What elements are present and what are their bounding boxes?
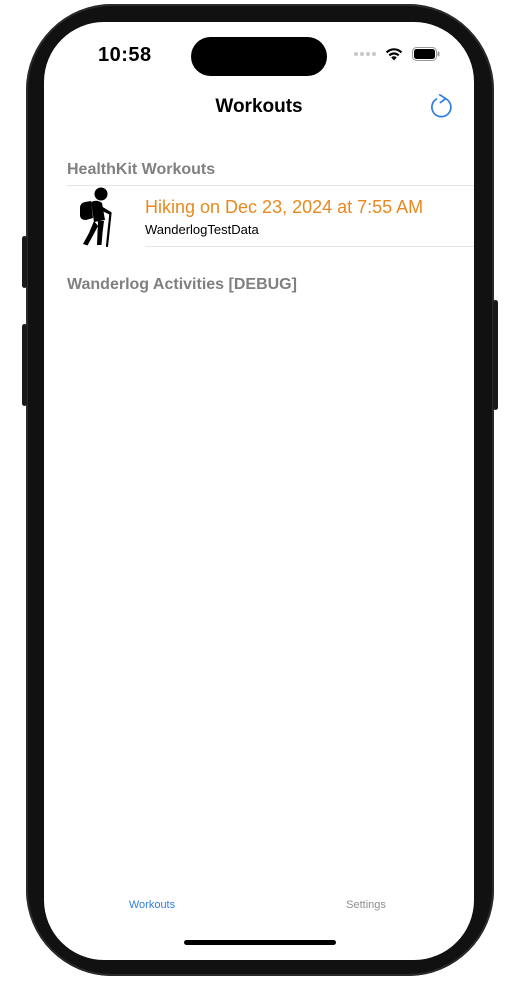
- power-button: [493, 300, 498, 410]
- tab-workouts[interactable]: Workouts: [102, 899, 202, 911]
- status-icons: [354, 47, 440, 61]
- cellular-dots-icon: [354, 52, 376, 56]
- section-header-wanderlog: Wanderlog Activities [DEBUG]: [67, 276, 297, 293]
- volume-up-button: [22, 324, 27, 406]
- arrow-clockwise-icon: [431, 94, 452, 118]
- workout-source: WanderlogTestData: [145, 222, 259, 237]
- divider: [145, 246, 474, 247]
- status-time: 10:58: [98, 44, 152, 66]
- battery-icon: [412, 47, 440, 61]
- tab-settings[interactable]: Settings: [316, 899, 416, 911]
- home-indicator[interactable]: [184, 940, 336, 945]
- tab-bar: Workouts Settings: [44, 870, 474, 960]
- wifi-icon: [385, 48, 403, 61]
- screen: 10:58 Workouts HealthKit Workouts Hiking…: [44, 22, 474, 960]
- hiking-figure-icon: [74, 186, 118, 248]
- refresh-button[interactable]: [428, 92, 456, 122]
- section-header-healthkit: HealthKit Workouts: [67, 161, 216, 178]
- dynamic-island: [191, 37, 327, 76]
- workout-title: Hiking on Dec 23, 2024 at 7:55 AM: [145, 197, 424, 217]
- page-title: Workouts: [215, 96, 303, 117]
- action-button: [22, 236, 27, 288]
- workout-row[interactable]: Hiking on Dec 23, 2024 at 7:55 AM Wander…: [44, 186, 474, 248]
